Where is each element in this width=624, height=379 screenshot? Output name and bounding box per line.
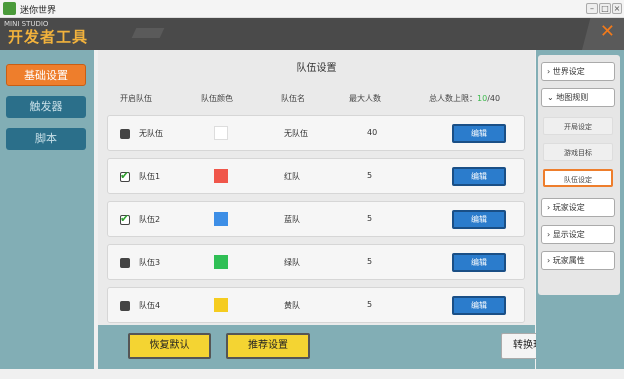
display-settings-item[interactable]: › 显示设定 — [541, 225, 615, 244]
team-checkbox[interactable]: ✔ — [120, 169, 130, 182]
window-close-button[interactable]: × — [612, 3, 622, 14]
team-id: 无队伍 — [139, 129, 163, 138]
col-header-name: 队伍名 — [281, 94, 305, 103]
total-limit-max: /40 — [487, 94, 501, 103]
team-row: 队伍3 绿队 5 编辑 — [107, 244, 525, 280]
restore-default-button[interactable]: 恢复默认 — [128, 333, 211, 359]
team-row: ✔ 队伍1 红队 5 编辑 — [107, 158, 525, 194]
panel-title: 队伍设置 — [296, 63, 337, 74]
sub-item-start-settings[interactable]: 开局设定 — [543, 117, 613, 135]
team-max-players: 5 — [367, 257, 373, 266]
checkmark-icon: ✔ — [120, 169, 130, 182]
team-id: 队伍4 — [139, 301, 161, 310]
team-max-players: 5 — [367, 214, 373, 223]
recommended-settings-button[interactable]: 推荐设置 — [226, 333, 310, 359]
team-name: 绿队 — [284, 258, 300, 267]
team-id: 队伍3 — [139, 258, 161, 267]
team-name: 蓝队 — [284, 215, 300, 224]
team-color-swatch[interactable] — [214, 126, 228, 140]
team-name: 红队 — [284, 172, 300, 181]
edit-button[interactable]: 编辑 — [452, 124, 506, 143]
bottom-action-bar: 恢复默认 推荐设置 转换玩法地图 — [98, 325, 585, 369]
header-bar: MINI STUDIO 开发者工具 ✕ — [0, 18, 624, 50]
maximize-button[interactable]: □ — [599, 3, 611, 14]
team-color-swatch[interactable] — [214, 169, 228, 183]
team-id: 队伍1 — [139, 172, 161, 181]
edit-button[interactable]: 编辑 — [452, 167, 506, 186]
chevron-down-icon: ⌄ — [547, 93, 554, 102]
chevron-right-icon: › — [547, 203, 551, 212]
team-max-players: 5 — [367, 300, 373, 309]
col-header-enable: 开启队伍 — [120, 94, 152, 103]
header-decoration — [131, 28, 165, 38]
total-limit-current: 10 — [477, 94, 488, 103]
nav-triggers[interactable]: 触发器 — [6, 96, 86, 118]
chevron-right-icon: › — [547, 67, 551, 76]
edit-button[interactable]: 编辑 — [452, 253, 506, 272]
total-limit-label: 总人数上限： — [429, 94, 477, 103]
team-row: 无队伍 无队伍 40 编辑 — [107, 115, 525, 151]
player-settings-item[interactable]: › 玩家设定 — [541, 198, 615, 217]
chevron-right-icon: › — [547, 230, 551, 239]
app-window: 迷你世界 – □ × MINI STUDIO 开发者工具 ✕ 基础设置 触发器 … — [0, 0, 624, 379]
team-checkbox[interactable] — [120, 301, 130, 311]
map-rules-label: 地图规则 — [556, 93, 589, 102]
team-max-players: 40 — [367, 128, 378, 137]
team-id: 队伍2 — [139, 215, 161, 224]
sub-item-team-settings[interactable]: 队伍设定 — [543, 169, 613, 187]
col-header-total-limit: 总人数上限：10/40 — [429, 93, 500, 104]
team-color-swatch[interactable] — [214, 255, 228, 269]
edit-button[interactable]: 编辑 — [452, 296, 506, 315]
edit-button[interactable]: 编辑 — [452, 210, 506, 229]
settings-category-list: › 世界设定 ⌄ 地图规则 开局设定 游戏目标 队伍设定 › 玩家设定 › 显示… — [538, 55, 620, 295]
left-sidebar: 基础设置 触发器 脚本 — [0, 50, 94, 369]
team-row: ✔ 队伍2 蓝队 5 编辑 — [107, 201, 525, 237]
team-name: 黄队 — [284, 301, 300, 310]
world-settings-label: 世界设定 — [552, 67, 585, 76]
title-bar: 迷你世界 – □ × — [0, 0, 624, 18]
close-button[interactable]: ✕ — [582, 18, 624, 50]
team-color-swatch[interactable] — [214, 212, 228, 226]
team-max-players: 5 — [367, 171, 373, 180]
col-header-color: 队伍颜色 — [201, 94, 233, 103]
page-title: 开发者工具 — [8, 28, 89, 46]
team-checkbox[interactable] — [120, 258, 130, 268]
display-settings-label: 显示设定 — [552, 230, 585, 239]
team-checkbox[interactable]: ✔ — [120, 212, 130, 225]
team-name: 无队伍 — [284, 129, 308, 138]
team-settings-panel: 队伍设置 开启队伍 队伍颜色 队伍名 最大人数 总人数上限：10/40 无队伍 … — [98, 50, 535, 325]
minimize-button[interactable]: – — [586, 3, 598, 14]
player-attributes-item[interactable]: › 玩家属性 — [541, 251, 615, 270]
nav-scripts[interactable]: 脚本 — [6, 128, 86, 150]
team-row: 队伍4 黄队 5 编辑 — [107, 287, 525, 323]
world-settings-item[interactable]: › 世界设定 — [541, 62, 615, 81]
player-settings-label: 玩家设定 — [552, 203, 585, 212]
sub-item-game-goal[interactable]: 游戏目标 — [543, 143, 613, 161]
col-header-max: 最大人数 — [349, 94, 381, 103]
chevron-right-icon: › — [547, 256, 551, 265]
window-title: 迷你世界 — [20, 6, 57, 16]
app-icon — [3, 2, 16, 15]
map-rules-item[interactable]: ⌄ 地图规则 — [541, 88, 615, 107]
close-icon[interactable]: ✕ — [600, 21, 615, 42]
checkmark-icon: ✔ — [120, 212, 130, 225]
player-attributes-label: 玩家属性 — [552, 256, 585, 265]
team-color-swatch[interactable] — [214, 298, 228, 312]
team-checkbox[interactable] — [120, 129, 130, 139]
right-sidebar: › 世界设定 ⌄ 地图规则 开局设定 游戏目标 队伍设定 › 玩家设定 › 显示… — [536, 50, 624, 369]
nav-basic-settings[interactable]: 基础设置 — [6, 64, 86, 86]
